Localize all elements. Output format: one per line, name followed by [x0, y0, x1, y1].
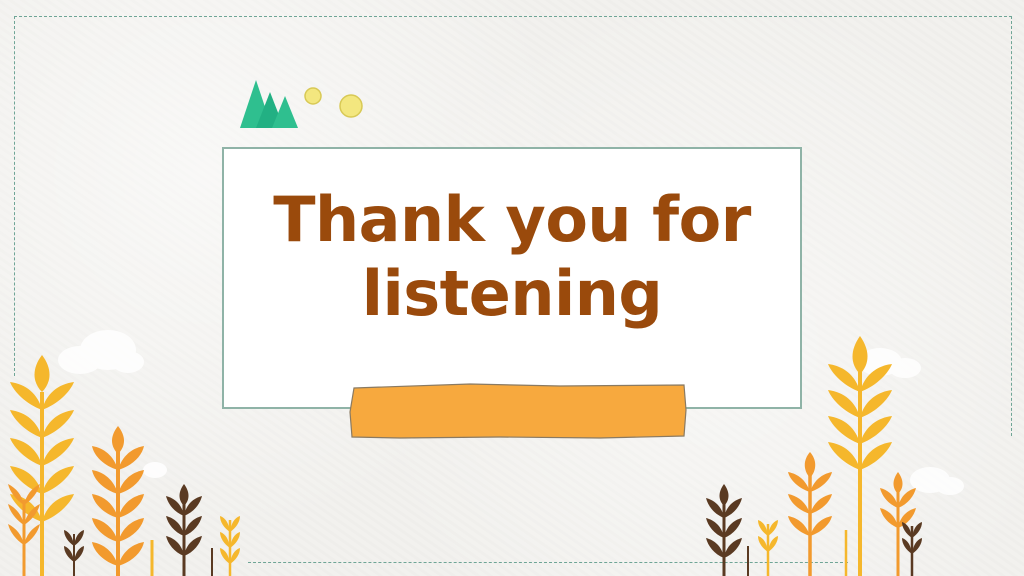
- wheat-icon: [788, 452, 832, 576]
- dashed-border-top: [14, 16, 1012, 17]
- cloud-icon: [910, 467, 964, 495]
- wheat-icon: [8, 484, 40, 576]
- wheat-icon: [10, 355, 74, 576]
- title-line-1: Thank you for: [273, 183, 751, 256]
- title-frame: Thank you for listening: [222, 147, 802, 409]
- wheat-icon: [758, 520, 778, 576]
- slide-title: Thank you for listening: [224, 183, 800, 331]
- wheat-icon: [220, 516, 240, 576]
- dot-icon: [304, 87, 322, 105]
- slide: Thank you for listening: [0, 0, 1024, 576]
- wheat-icon: [828, 336, 892, 576]
- tree-icon: [240, 80, 298, 128]
- cloud-icon: [143, 462, 167, 478]
- wheat-icon: [64, 530, 84, 576]
- wheat-icon: [92, 426, 144, 576]
- title-line-2: listening: [361, 257, 663, 330]
- wheat-icon: [880, 472, 916, 576]
- cloud-icon: [58, 330, 144, 374]
- wheat-icon: [902, 522, 922, 576]
- cloud-icon: [858, 348, 921, 378]
- dashed-border-left: [14, 16, 15, 376]
- dashed-border-bottom: [248, 562, 848, 563]
- wheat-icon: [166, 484, 202, 576]
- dashed-border-right: [1011, 16, 1012, 436]
- dot-icon: [339, 94, 363, 118]
